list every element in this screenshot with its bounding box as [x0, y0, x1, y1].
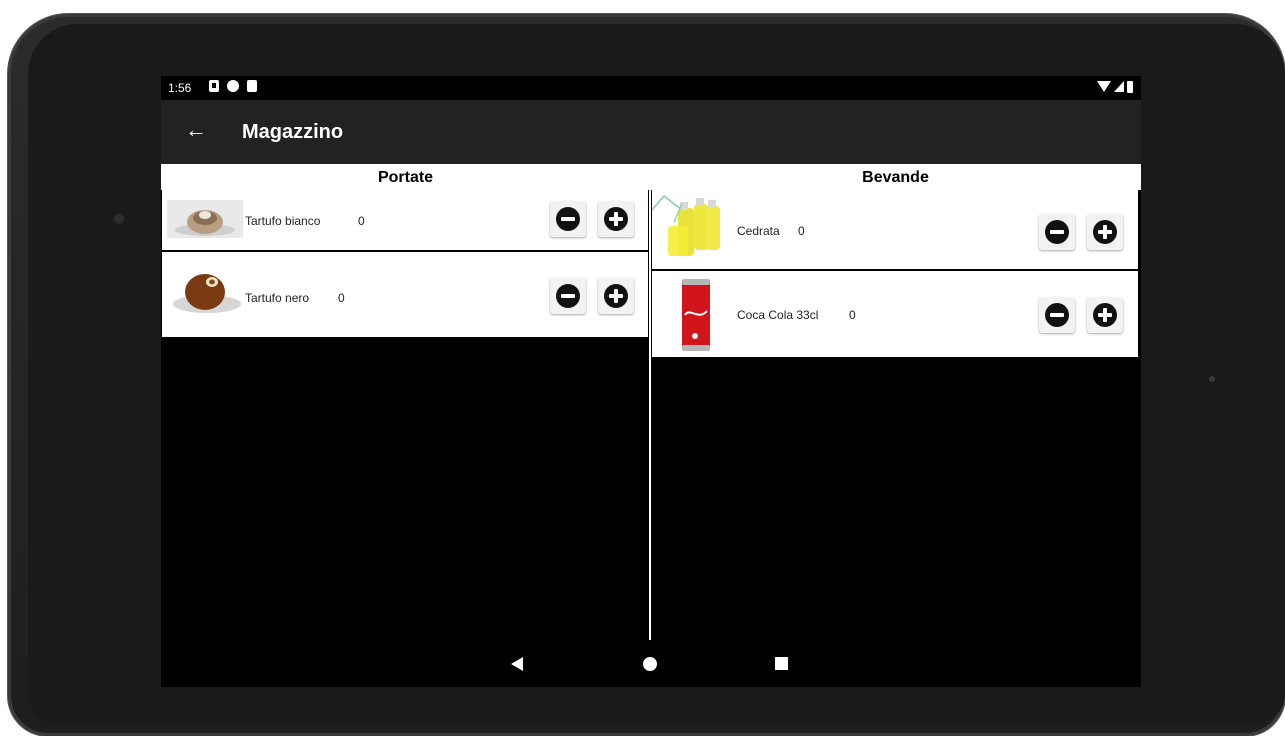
sd-card-icon	[247, 80, 257, 92]
item-quantity: 0	[358, 214, 365, 228]
portate-list: Tartufo bianco 0 Tartufo nero 0	[162, 190, 648, 339]
notification-icons	[209, 80, 257, 92]
list-item: Tartufo bianco 0	[162, 190, 648, 252]
minus-circle-icon	[1045, 220, 1069, 244]
decrease-button[interactable]	[1039, 297, 1075, 333]
item-name: Cedrata	[737, 224, 780, 238]
page-title: Magazzino	[242, 121, 344, 143]
item-name: Tartufo bianco	[245, 214, 321, 228]
arrow-back-icon[interactable]: ←	[185, 118, 207, 142]
item-quantity: 0	[338, 291, 345, 305]
header-bevande: Bevande	[862, 169, 929, 186]
bevande-list: Cedrata 0 Coca Cola 33cl 0	[652, 190, 1138, 359]
minus-circle-icon	[556, 207, 580, 231]
increase-button[interactable]	[1087, 214, 1123, 250]
decrease-button[interactable]	[1039, 214, 1075, 250]
item-quantity: 0	[849, 308, 856, 322]
column-divider	[649, 190, 651, 640]
increase-button[interactable]	[598, 201, 634, 237]
screen: 1:56 ← Magazzino Portate Bevande Tartufo…	[161, 76, 1141, 687]
plus-circle-icon	[604, 284, 628, 308]
battery-icon	[1127, 81, 1133, 93]
tartufo-nero-image	[173, 274, 241, 313]
list-item: Cedrata 0	[652, 190, 1138, 271]
nav-back-icon[interactable]	[511, 657, 523, 671]
cedrata-image	[652, 194, 720, 256]
list-item: Tartufo nero 0	[162, 252, 648, 339]
increase-button[interactable]	[598, 278, 634, 314]
camera-icon	[113, 213, 125, 225]
minus-circle-icon	[1045, 303, 1069, 327]
item-name: Tartufo nero	[245, 291, 310, 305]
item-name: Coca Cola 33cl	[737, 308, 819, 322]
plus-circle-icon	[1093, 303, 1117, 327]
nav-recents-icon[interactable]	[775, 657, 788, 670]
status-bar: 1:56	[161, 76, 1141, 100]
minus-circle-icon	[556, 284, 580, 308]
nav-home-icon[interactable]	[643, 657, 657, 671]
notification-a-icon	[209, 80, 219, 92]
signal-icon	[1114, 81, 1124, 92]
list-item: Coca Cola 33cl 0	[652, 271, 1138, 359]
app-bar: ← Magazzino	[161, 100, 1141, 164]
header-portate: Portate	[377, 169, 434, 186]
decrease-button[interactable]	[550, 278, 586, 314]
status-time: 1:56	[168, 81, 192, 95]
system-navigation-bar	[161, 640, 1141, 687]
plus-circle-icon	[1093, 220, 1117, 244]
coca-cola-image	[682, 279, 710, 351]
item-quantity: 0	[798, 224, 805, 238]
column-headers: Portate Bevande	[161, 164, 1141, 190]
increase-button[interactable]	[1087, 297, 1123, 333]
plus-circle-icon	[604, 207, 628, 231]
notification-p-icon	[227, 80, 239, 92]
system-icons	[1097, 81, 1133, 93]
decrease-button[interactable]	[550, 201, 586, 237]
sensor-dot	[1209, 376, 1215, 382]
wifi-icon	[1097, 81, 1111, 92]
tartufo-bianco-image	[167, 200, 243, 238]
